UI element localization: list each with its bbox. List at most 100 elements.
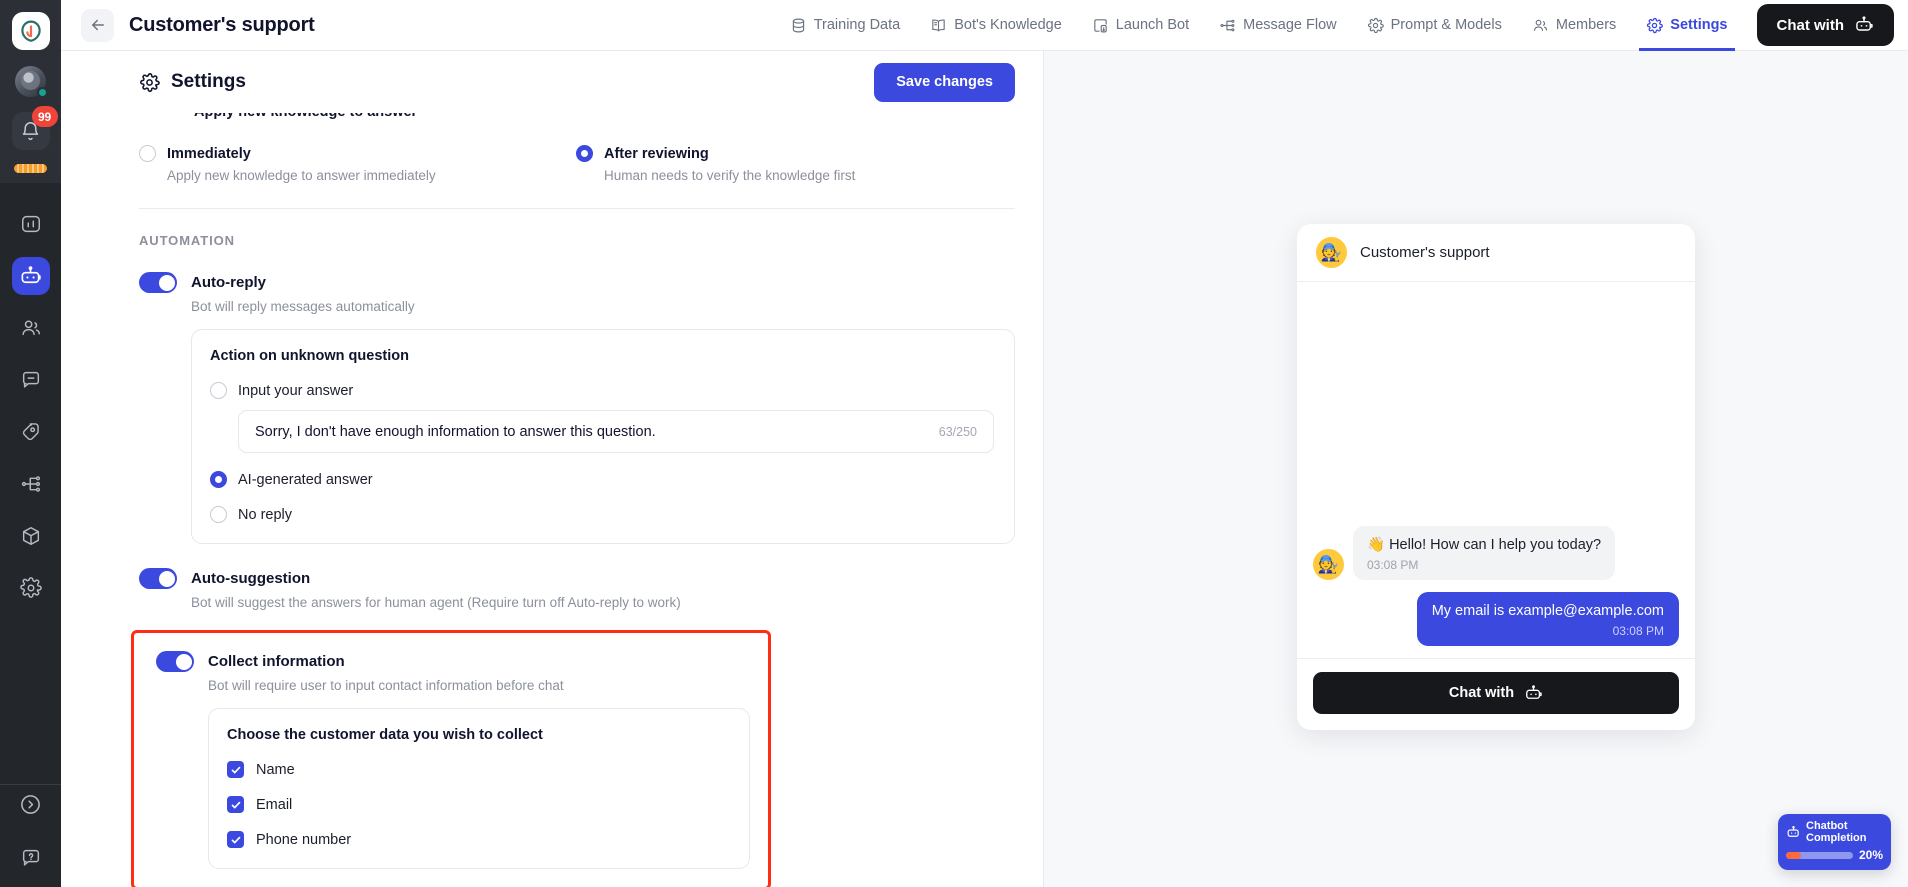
- option-label: Immediately: [167, 145, 251, 162]
- option-description: Human needs to verify the knowledge firs…: [604, 168, 856, 183]
- auto-reply-description: Bot will reply messages automatically: [191, 299, 415, 314]
- option-no-reply[interactable]: No reply: [210, 506, 994, 523]
- option-label: AI-generated answer: [238, 471, 373, 488]
- message-text: My email is example@example.com: [1431, 603, 1664, 619]
- option-label: Input your answer: [238, 382, 354, 399]
- robot-icon: [1524, 684, 1543, 703]
- auto-suggestion-description: Bot will suggest the answers for human a…: [191, 595, 681, 610]
- widget-title: Customer's support: [1360, 244, 1490, 261]
- sidebar-item-tags[interactable]: [12, 413, 50, 451]
- character-counter: 63/250: [938, 424, 977, 439]
- message-text: 👋 Hello! How can I help you today?: [1367, 537, 1602, 553]
- settings-title-group: Settings: [139, 71, 246, 93]
- collect-information-description: Bot will require user to input contact i…: [208, 678, 564, 693]
- chat-with-button[interactable]: Chat with: [1756, 4, 1894, 46]
- avatar: 🧑‍🔧: [1316, 237, 1347, 268]
- sidebar-item-conversations[interactable]: [12, 361, 50, 399]
- checkbox-name[interactable]: [227, 761, 244, 778]
- knowledge-option-immediately[interactable]: Immediately Apply new knowledge to answe…: [139, 145, 576, 183]
- auto-suggestion-row: Auto-suggestion: [139, 568, 1015, 589]
- field-phone-number[interactable]: Phone number: [227, 831, 729, 848]
- radio-input-your-answer[interactable]: [210, 382, 227, 399]
- arrow-left-icon[interactable]: [81, 8, 114, 42]
- page-title: Customer's support: [129, 13, 315, 36]
- sidebar-item-analytics[interactable]: [12, 205, 50, 243]
- sidebar-item-bots[interactable]: [11, 257, 50, 295]
- chatbot-completion-badge[interactable]: Chatbot Completion 20%: [1778, 814, 1891, 870]
- automation-section-label: AUTOMATION: [139, 233, 235, 248]
- chevron-right-circle-icon[interactable]: [12, 785, 50, 823]
- collect-information-toggle[interactable]: [156, 651, 194, 672]
- checkbox-phone-number[interactable]: [227, 831, 244, 848]
- book-icon: [930, 17, 947, 34]
- chat-widget-preview: 🧑‍🔧 Customer's support 🧑‍🔧 👋 Hello! How …: [1297, 224, 1695, 730]
- tab-label: Members: [1555, 17, 1617, 33]
- clipped-heading-row: Apply new knowledge to answer: [139, 113, 1015, 143]
- radio-no-reply[interactable]: [210, 506, 227, 523]
- app-logo-icon[interactable]: [11, 12, 50, 50]
- rail-bottom-group: [0, 785, 61, 877]
- tab-settings[interactable]: Settings: [1631, 0, 1742, 51]
- top-bar: Customer's support Training Data Bot's K…: [61, 0, 1908, 51]
- completion-percent: 20%: [1858, 848, 1883, 862]
- widget-header: 🧑‍🔧 Customer's support: [1297, 224, 1695, 282]
- rail-nav: [11, 205, 50, 607]
- message-row-bot: 🧑‍🔧 👋 Hello! How can I help you today? 0…: [1313, 526, 1679, 580]
- launch-icon: [1092, 17, 1109, 34]
- message-row-user: My email is example@example.com 03:08 PM: [1313, 592, 1679, 646]
- user-avatar[interactable]: [12, 62, 50, 100]
- collect-information-highlight: Collect information Bot will require use…: [131, 630, 771, 887]
- notifications-button[interactable]: 99: [11, 106, 58, 150]
- widget-chat-with-button[interactable]: Chat with: [1313, 672, 1679, 714]
- section-divider: [139, 208, 1015, 209]
- radio-immediately[interactable]: [139, 145, 156, 162]
- tab-message-flow[interactable]: Message Flow: [1204, 0, 1351, 51]
- answer-input[interactable]: Sorry, I don't have enough information t…: [238, 410, 994, 453]
- gear-icon: [1646, 17, 1664, 34]
- database-icon: [790, 17, 807, 34]
- robot-icon: [1854, 15, 1874, 35]
- tab-members[interactable]: Members: [1517, 0, 1631, 51]
- auto-reply-title: Auto-reply: [191, 274, 266, 291]
- sidebar-item-flows[interactable]: [12, 465, 50, 503]
- progress-pill: [14, 164, 47, 173]
- field-label: Email: [256, 796, 293, 813]
- tab-prompt-models[interactable]: Prompt & Models: [1352, 0, 1517, 51]
- field-email[interactable]: Email: [227, 796, 729, 813]
- radio-ai-generated-answer[interactable]: [210, 471, 227, 488]
- option-label: After reviewing: [604, 145, 709, 162]
- gear-icon: [139, 72, 160, 93]
- tab-bots-knowledge[interactable]: Bot's Knowledge: [915, 0, 1077, 51]
- option-ai-generated-answer[interactable]: AI-generated answer: [210, 471, 994, 488]
- checkbox-email[interactable]: [227, 796, 244, 813]
- auto-reply-toggle[interactable]: [139, 272, 177, 293]
- auto-suggestion-toggle[interactable]: [139, 568, 177, 589]
- app-root: 99 Customer's support Training Data Bot'…: [0, 0, 1908, 887]
- collect-information-title: Collect information: [208, 653, 345, 670]
- rail-account-group: 99: [0, 0, 61, 183]
- sidebar-item-products[interactable]: [12, 517, 50, 555]
- knowledge-option-after-reviewing[interactable]: After reviewing Human needs to verify th…: [576, 145, 1013, 183]
- tab-label: Settings: [1670, 17, 1728, 33]
- body: Settings Save changes Apply new knowledg…: [61, 51, 1908, 887]
- save-changes-button[interactable]: Save changes: [874, 62, 1015, 102]
- option-input-your-answer[interactable]: Input your answer: [210, 382, 994, 399]
- left-rail: 99: [0, 0, 61, 887]
- users-icon: [1532, 17, 1549, 34]
- tab-training-data[interactable]: Training Data: [775, 0, 916, 51]
- help-chat-icon[interactable]: [12, 839, 50, 877]
- field-name[interactable]: Name: [227, 761, 729, 778]
- settings-title: Settings: [171, 71, 246, 92]
- main-area: Customer's support Training Data Bot's K…: [61, 0, 1908, 887]
- message-time: 03:08 PM: [1367, 558, 1419, 572]
- radio-after-reviewing[interactable]: [576, 145, 593, 162]
- field-label: Name: [256, 761, 295, 778]
- message-time: 03:08 PM: [1612, 624, 1664, 638]
- sidebar-item-settings[interactable]: [12, 569, 50, 607]
- sidebar-item-contacts[interactable]: [12, 309, 50, 347]
- completion-title: Chatbot Completion: [1806, 820, 1867, 845]
- tab-launch-bot[interactable]: Launch Bot: [1077, 0, 1204, 51]
- message-bubble-bot: 👋 Hello! How can I help you today? 03:08…: [1353, 526, 1616, 580]
- option-description: Apply new knowledge to answer immediatel…: [167, 168, 436, 183]
- completion-progress-row: 20%: [1786, 848, 1883, 862]
